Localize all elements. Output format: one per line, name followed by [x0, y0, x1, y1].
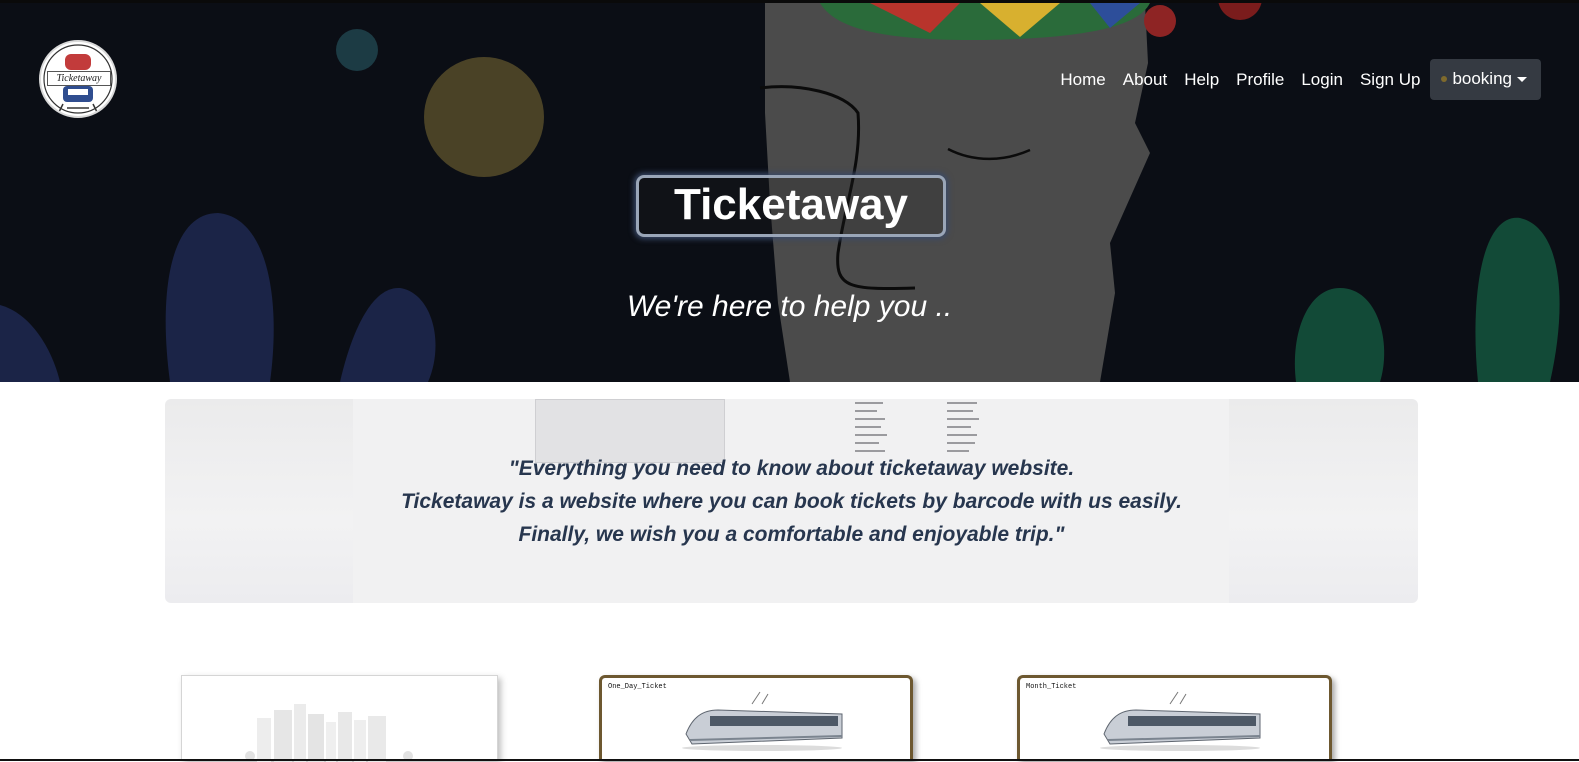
nav-help-link[interactable]: Help: [1184, 70, 1219, 90]
tram-icon: [682, 691, 843, 751]
logo-text: Ticketaway: [47, 71, 111, 86]
booking-dropdown-label: booking: [1452, 69, 1512, 88]
ticket-card-month[interactable]: Month_Ticket: [1017, 675, 1332, 761]
ticket-card-one-day[interactable]: One_Day_Ticket: [599, 675, 913, 761]
about-quote-panel: "Everything you need to know about ticke…: [165, 399, 1418, 603]
ticket-card-city[interactable]: [181, 675, 498, 762]
quote-line: "Everything you need to know about ticke…: [508, 457, 1075, 480]
quote-line: Finally, we wish you a comfortable and e…: [518, 523, 1065, 546]
quote-line: Ticketaway is a website where you can bo…: [401, 490, 1182, 513]
hero-title: Ticketaway: [673, 180, 908, 229]
ticketaway-logo[interactable]: Ticketaway: [39, 40, 117, 118]
nav-home-link[interactable]: Home: [1060, 70, 1105, 90]
hero-subtitle: We're here to help you ..: [626, 290, 953, 323]
tram-icon: [1100, 691, 1261, 751]
main-navigation: Home About Help Profile Login Sign Up bo…: [1043, 59, 1541, 100]
about-quote-text: "Everything you need to know about ticke…: [165, 452, 1418, 551]
nav-login-link[interactable]: Login: [1301, 70, 1343, 90]
bullet-icon: [1441, 76, 1448, 82]
nav-profile-link[interactable]: Profile: [1236, 70, 1284, 90]
hero-banner: Ticketaway Home About Help Profile Login…: [0, 3, 1579, 382]
nav-signup-link[interactable]: Sign Up: [1360, 70, 1420, 90]
city-skyline-icon: [245, 704, 413, 762]
booking-dropdown-button[interactable]: booking: [1430, 59, 1541, 100]
nav-about-link[interactable]: About: [1123, 70, 1167, 90]
caret-down-icon: [1517, 76, 1527, 82]
